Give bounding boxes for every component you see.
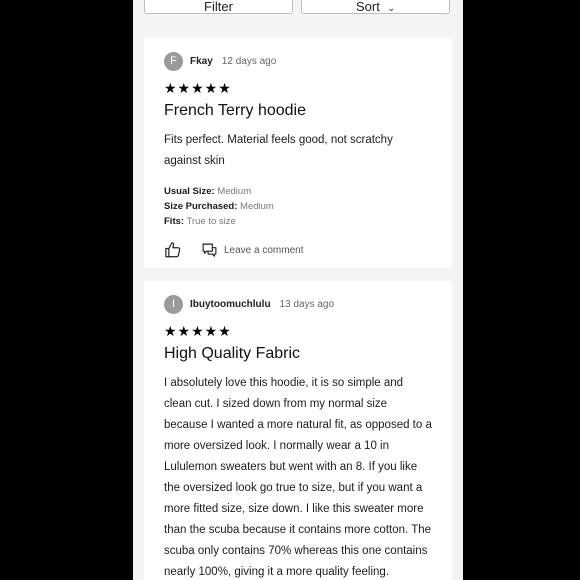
fits-row: Fits: True to size <box>164 214 432 229</box>
review-time: 13 days ago <box>279 298 335 310</box>
leave-comment-link[interactable]: Leave a comment <box>224 245 304 256</box>
review-toolbar: Filter Sort ⌄ <box>144 0 452 16</box>
comment-icon[interactable] <box>201 242 218 259</box>
review-author[interactable]: Fkay <box>190 56 213 67</box>
size-purchased-label: Size Purchased: <box>164 201 238 212</box>
thumbs-up-icon[interactable] <box>164 241 182 259</box>
review-author-row: F Fkay 12 days ago <box>164 50 432 72</box>
review-body: Fits perfect. Material feels good, not s… <box>164 134 393 167</box>
review-actions: Leave a comment <box>164 239 432 261</box>
fits-value: True to size <box>186 216 236 227</box>
avatar: F <box>164 51 183 71</box>
usual-size-row: Usual Size: Medium <box>164 184 432 199</box>
size-purchased-row: Size Purchased: Medium <box>164 199 432 214</box>
usual-size-value: Medium <box>217 186 252 197</box>
avatar: I <box>164 294 183 314</box>
review-author-row: I Ibuytoomuchlulu 13 days ago <box>164 293 432 315</box>
review-author[interactable]: Ibuytoomuchlulu <box>190 299 271 310</box>
review-body: I absolutely love this hoodie, it is so … <box>164 377 432 578</box>
size-purchased-value: Medium <box>240 201 274 212</box>
filter-button-label: Filter <box>204 0 233 14</box>
fits-label: Fits: <box>164 216 185 227</box>
usual-size-label: Usual Size: <box>164 186 215 197</box>
review-card: I Ibuytoomuchlulu 13 days ago ★★★★★ High… <box>144 281 452 580</box>
star-rating: ★★★★★ <box>164 80 232 96</box>
review-title: French Terry hoodie <box>164 102 306 119</box>
review-title: High Quality Fabric <box>164 345 301 362</box>
sort-button[interactable]: Sort ⌄ <box>301 0 450 14</box>
filter-button[interactable]: Filter <box>144 0 293 14</box>
review-time: 12 days ago <box>221 55 277 67</box>
star-rating: ★★★★★ <box>164 323 232 339</box>
reviews-screen: Filter Sort ⌄ F Fkay 12 days ago ★★★★★ F… <box>133 0 463 580</box>
review-size-info: Usual Size: Medium Size Purchased: Mediu… <box>164 184 432 229</box>
chevron-down-icon: ⌄ <box>387 3 395 13</box>
review-card: F Fkay 12 days ago ★★★★★ French Terry ho… <box>144 38 452 268</box>
sort-button-label: Sort <box>355 0 380 14</box>
